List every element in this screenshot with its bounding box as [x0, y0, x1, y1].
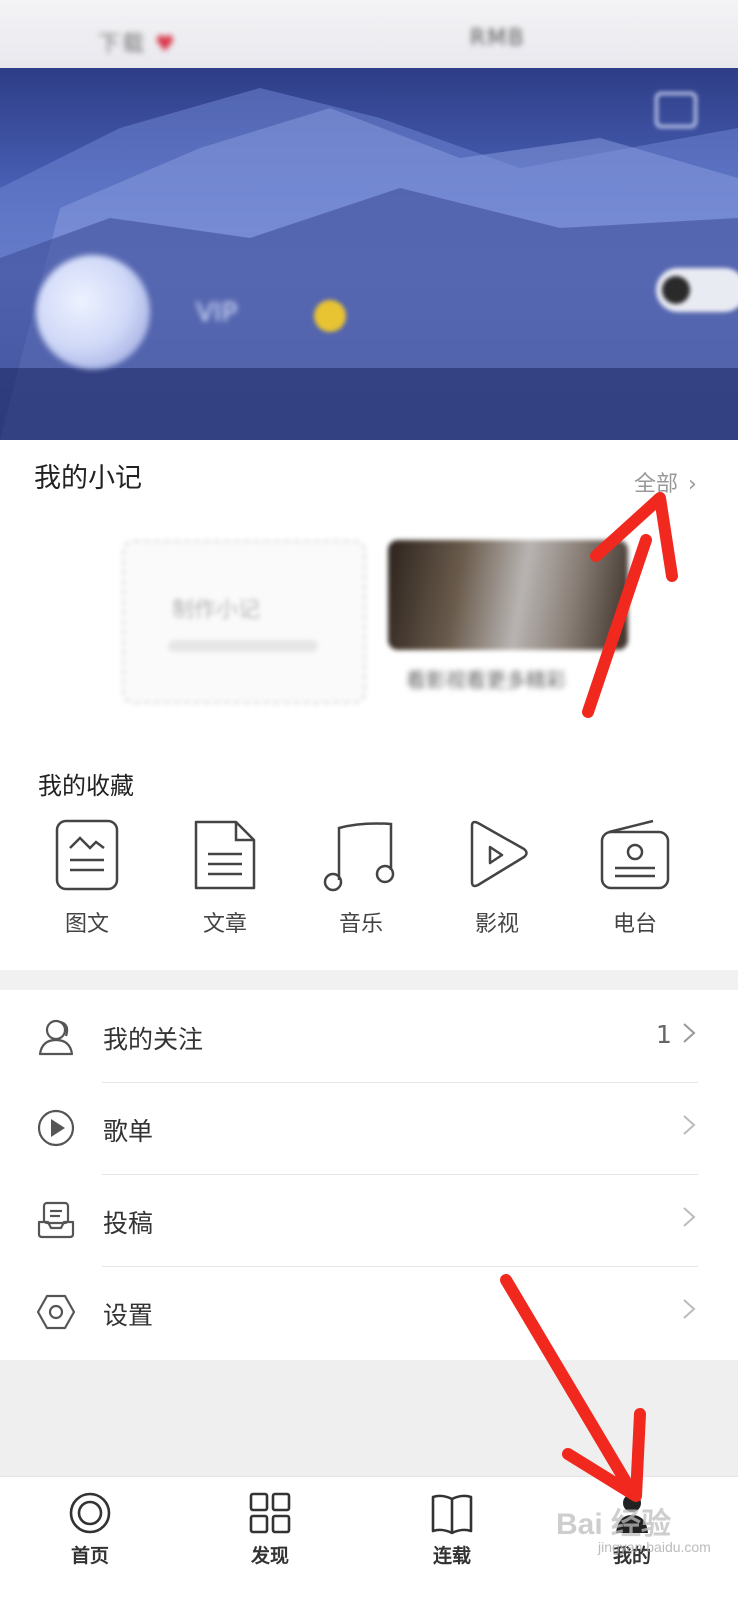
profile-header: 下载 ♥ RMB VIP	[0, 0, 738, 440]
divider	[102, 1266, 698, 1267]
favorite-label: 电台	[612, 912, 657, 937]
book-icon	[431, 1494, 473, 1535]
vip-badge-icon	[314, 300, 346, 332]
favorites-section-title: 我的收藏	[38, 772, 134, 800]
empty-background-area	[0, 1360, 738, 1476]
avatar[interactable]	[36, 255, 150, 369]
watermark-brand: Bai 经验	[556, 1508, 672, 1541]
divider	[102, 1174, 698, 1175]
submit-icon	[37, 1201, 75, 1239]
following-count: 1	[656, 1020, 672, 1049]
create-note-label: 制作小记	[172, 598, 261, 623]
chevron-right-icon	[683, 1207, 696, 1227]
chevron-right-icon: ›	[688, 472, 697, 497]
favorite-label: 文章	[202, 912, 247, 937]
user-follow-icon	[38, 1019, 74, 1056]
notes-all-link[interactable]: 全部 ›	[634, 466, 697, 498]
favorite-video[interactable]: 影视	[442, 818, 552, 938]
menu-label: 投稿	[103, 1209, 154, 1238]
heart-icon: ♥	[155, 32, 177, 57]
favorite-radio[interactable]: 电台	[580, 818, 690, 938]
chevron-right-icon	[683, 1023, 696, 1043]
chevron-right-icon	[683, 1299, 696, 1319]
image-text-icon	[55, 819, 119, 891]
menu-item-settings[interactable]: 设置	[0, 1268, 738, 1360]
playlist-play-icon	[37, 1109, 75, 1147]
profile-banner-image	[0, 68, 738, 440]
menu-label: 歌单	[103, 1117, 154, 1146]
note-card-caption: 看影视看更多精彩	[406, 668, 566, 692]
menu-item-playlist[interactable]: 歌单	[0, 1084, 738, 1176]
tab-label: 首页	[70, 1545, 109, 1567]
home-circle-icon	[69, 1492, 111, 1534]
placeholder-line	[168, 640, 318, 652]
menu-item-following[interactable]: 我的关注 1	[0, 992, 738, 1084]
chevron-right-icon	[683, 1115, 696, 1135]
favorite-label: 音乐	[338, 912, 383, 937]
menu-label: 我的关注	[103, 1025, 204, 1054]
favorite-label: 影视	[474, 912, 519, 937]
settings-hexagon-icon	[36, 1294, 76, 1330]
tab-serial[interactable]: 连载	[392, 1491, 512, 1568]
section-divider-band	[0, 970, 738, 990]
tab-discover[interactable]: 发现	[210, 1491, 330, 1568]
sign-in-toggle[interactable]	[656, 268, 738, 312]
favorite-music[interactable]: 音乐	[306, 818, 416, 938]
watermark-url: jingyan.baidu.com	[598, 1539, 711, 1555]
favorite-image-text[interactable]: 图文	[32, 818, 142, 938]
video-play-icon	[470, 820, 528, 888]
notes-all-label: 全部	[634, 472, 679, 497]
mountain-landscape	[0, 88, 738, 440]
create-note-card[interactable]: 制作小记	[122, 540, 366, 704]
note-card-thumbnail[interactable]	[388, 540, 628, 650]
status-right-text: RMB	[470, 26, 526, 51]
status-left-text: 下载 ♥	[98, 26, 177, 58]
notes-section-title: 我的小记	[34, 463, 142, 494]
status-carrier: 下载	[98, 32, 147, 57]
tab-label: 发现	[250, 1545, 289, 1567]
status-bar: 下载 ♥ RMB	[0, 0, 738, 68]
user-nickname[interactable]: VIP	[196, 298, 237, 328]
favorite-label: 图文	[64, 912, 109, 937]
radio-icon	[600, 819, 670, 890]
favorite-article[interactable]: 文章	[170, 818, 280, 938]
bottom-tab-bar: 首页 发现 连载 我的 Bai 经验 jingyan.baidu.com	[0, 1476, 738, 1601]
discover-grid-icon	[249, 1492, 291, 1534]
message-icon[interactable]	[655, 92, 697, 128]
divider	[102, 1082, 698, 1083]
tab-home[interactable]: 首页	[30, 1491, 150, 1568]
tab-label: 连载	[432, 1545, 471, 1567]
article-icon	[194, 820, 256, 890]
menu-item-submission[interactable]: 投稿	[0, 1176, 738, 1268]
music-icon	[323, 822, 395, 892]
menu-label: 设置	[103, 1301, 154, 1330]
